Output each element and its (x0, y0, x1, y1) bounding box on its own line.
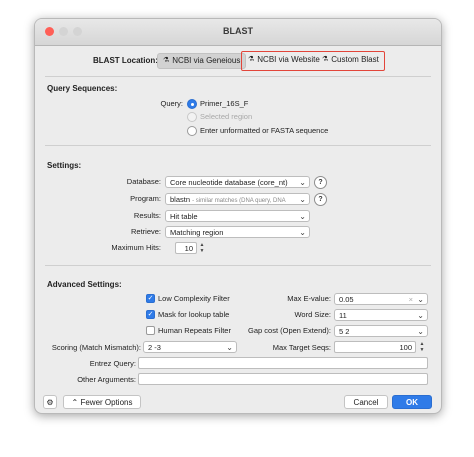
program-value: blastn (170, 195, 191, 204)
max-evalue-value: 0.05 (339, 295, 354, 304)
settings-gear-button[interactable]: ⚙ (43, 395, 57, 409)
divider (45, 265, 431, 266)
program-label: Program: (130, 194, 161, 203)
clear-icon[interactable]: × (409, 294, 413, 304)
max-hits-input[interactable]: 10 (175, 242, 197, 254)
other-args-input[interactable] (138, 373, 428, 385)
advanced-section-label: Advanced Settings: (47, 280, 122, 289)
max-target-input[interactable]: 100 (334, 341, 416, 353)
gap-cost-value: 5 2 (339, 327, 350, 336)
location-custom-blast-button[interactable]: ⚗ Custom Blast (317, 53, 384, 67)
results-select[interactable]: Hit table ⌄ (165, 210, 310, 222)
ncbi-icon: ⚗ (322, 56, 329, 63)
chevron-down-icon: ⌄ (417, 295, 424, 304)
ncbi-icon: ⚗ (248, 56, 255, 63)
divider (45, 145, 431, 146)
scoring-value: 2 -3 (148, 343, 161, 352)
chevron-down-icon: ⌄ (299, 178, 306, 187)
scoring-select[interactable]: 2 -3 ⌄ (143, 341, 237, 353)
gap-cost-select[interactable]: 5 2 ⌄ (334, 325, 428, 337)
program-hint: - similar matches (DNA query, DNA (192, 198, 286, 204)
max-target-label: Max Target Seqs: (272, 343, 331, 352)
fewer-options-label: Fewer Options (80, 398, 133, 407)
retrieve-select[interactable]: Matching region ⌄ (165, 226, 310, 238)
max-hits-stepper[interactable]: ▲ ▼ (198, 242, 206, 254)
gear-icon: ⚙ (46, 398, 54, 407)
chevron-up-icon: ⌃ (71, 398, 79, 407)
mask-lookup-label: Mask for lookup table (158, 310, 230, 319)
blast-location-label: BLAST Location: (93, 56, 158, 65)
retrieve-label: Retrieve: (130, 227, 161, 236)
location-ncbi-website-button[interactable]: ⚗ NCBI via Website (243, 53, 325, 67)
chevron-down-icon: ⌄ (226, 343, 233, 352)
entrez-label: Entrez Query: (89, 359, 136, 368)
mask-lookup-checkbox[interactable]: ✓ (146, 310, 155, 319)
chevron-down-icon: ⌄ (299, 195, 306, 204)
query-radio-fasta[interactable] (187, 126, 197, 136)
max-evalue-label: Max E-value: (287, 294, 331, 303)
ncbi-icon: ⚗ (163, 57, 170, 64)
database-value: Core nucleotide database (core_nt) (170, 178, 288, 187)
word-size-label: Word Size: (294, 310, 331, 319)
low-complexity-label: Low Complexity Filter (158, 294, 230, 303)
query-option-label: Primer_16S_F (200, 99, 249, 108)
location-ncbi-geneious-button[interactable]: ⚗ NCBI via Geneious (157, 53, 247, 69)
database-select[interactable]: Core nucleotide database (core_nt) ⌄ (165, 176, 310, 188)
blast-dialog: BLAST BLAST Location: ⚗ NCBI via Geneiou… (34, 18, 442, 414)
gap-cost-label: Gap cost (Open Extend): (248, 326, 331, 335)
query-option-label: Selected region (200, 112, 253, 121)
location-option-label: NCBI via Website (257, 55, 320, 64)
entrez-input[interactable] (138, 357, 428, 369)
max-hits-label: Maximum Hits: (111, 243, 161, 252)
program-help-icon[interactable]: ? (314, 193, 327, 206)
query-radio-selected-region (187, 112, 197, 122)
divider (45, 76, 431, 77)
results-label: Results: (133, 211, 161, 220)
other-args-label: Other Arguments: (77, 375, 136, 384)
title-bar: BLAST (35, 19, 441, 46)
scoring-label: Scoring (Match Mismatch): (51, 343, 141, 352)
location-option-label: Custom Blast (331, 55, 379, 64)
query-section-label: Query Sequences: (47, 84, 118, 93)
low-complexity-checkbox[interactable]: ✓ (146, 294, 155, 303)
max-target-stepper[interactable]: ▲ ▼ (418, 341, 426, 353)
ok-button[interactable]: OK (392, 395, 432, 409)
fewer-options-button[interactable]: ⌃ Fewer Options (63, 395, 141, 409)
retrieve-value: Matching region (170, 228, 224, 237)
chevron-down-icon: ⌄ (417, 311, 424, 320)
window-title: BLAST (223, 26, 253, 36)
word-size-select[interactable]: 11 ⌄ (334, 309, 428, 321)
chevron-down-icon: ⌄ (417, 327, 424, 336)
cancel-button[interactable]: Cancel (344, 395, 388, 409)
human-repeats-label: Human Repeats Filter (158, 326, 231, 335)
location-option-label: NCBI via Geneious (172, 56, 241, 65)
results-value: Hit table (170, 212, 198, 221)
program-select[interactable]: blastn - similar matches (DNA query, DNA… (165, 193, 310, 205)
settings-section-label: Settings: (47, 161, 82, 170)
chevron-down-icon: ⌄ (299, 228, 306, 237)
word-size-value: 11 (339, 311, 347, 320)
max-evalue-combo[interactable]: 0.05 × ⌄ (334, 293, 428, 305)
human-repeats-checkbox[interactable] (146, 326, 155, 335)
database-label: Database: (126, 177, 161, 186)
query-label: Query: (160, 99, 183, 108)
query-radio-primer[interactable] (187, 99, 197, 109)
chevron-down-icon: ⌄ (299, 212, 306, 221)
database-help-icon[interactable]: ? (314, 176, 327, 189)
query-option-label: Enter unformatted or FASTA sequence (200, 126, 329, 135)
